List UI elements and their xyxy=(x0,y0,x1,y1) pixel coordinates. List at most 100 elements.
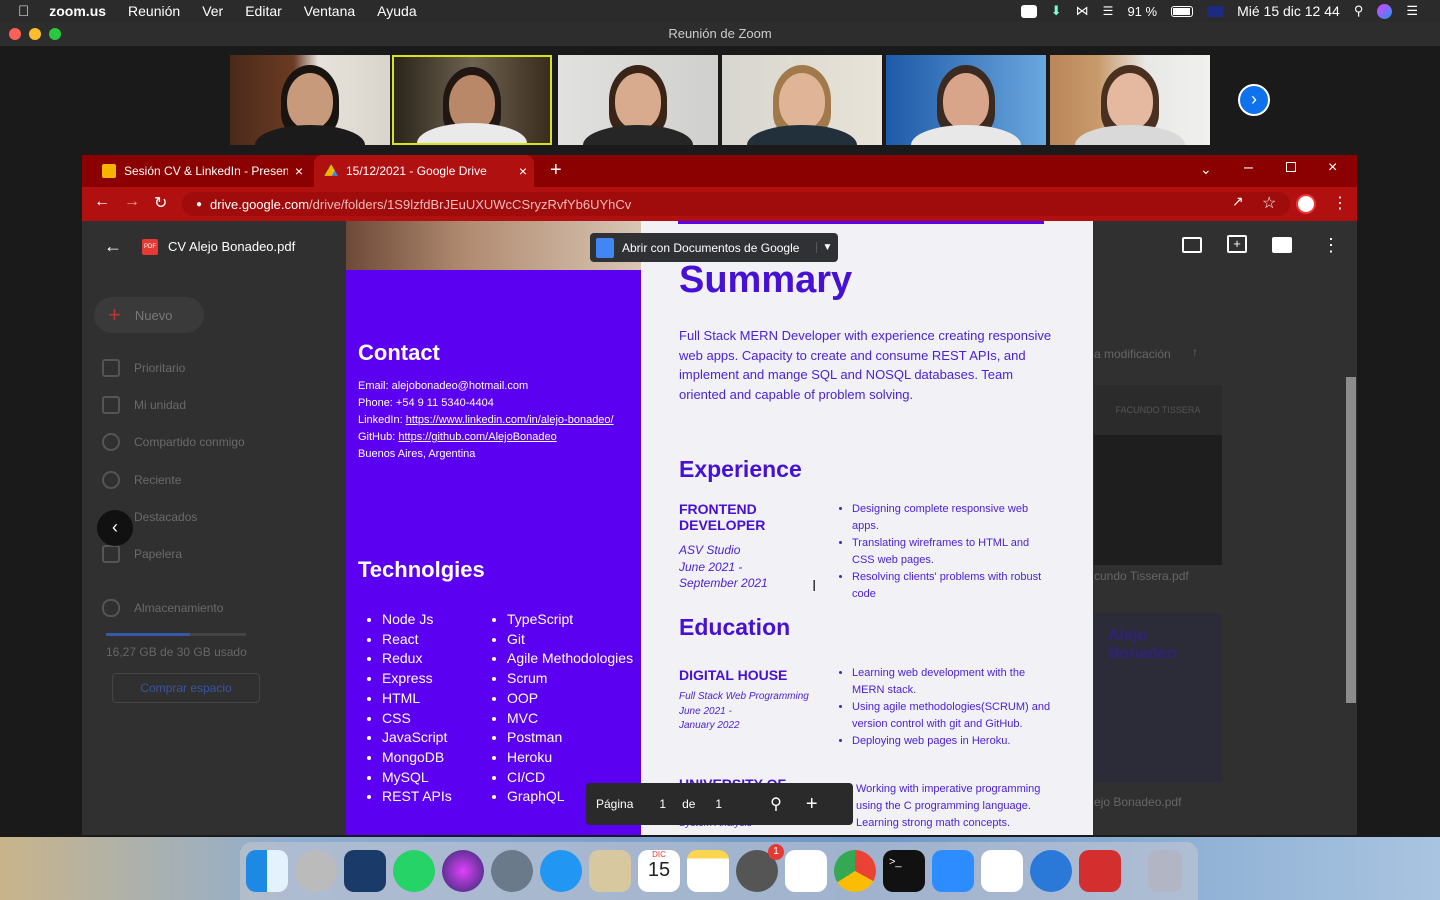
tab-slides[interactable]: Sesión CV & LinkedIn - Presentac × xyxy=(92,155,310,187)
vscode-icon[interactable] xyxy=(981,850,1023,892)
file-thumbnail[interactable]: FACUNDO TISSERA xyxy=(1094,385,1222,565)
more-options-icon[interactable]: ⋮ xyxy=(1322,235,1340,256)
menu-ayuda[interactable]: Ayuda xyxy=(377,3,416,19)
buy-storage-button[interactable]: Comprar espacio xyxy=(112,673,260,703)
close-button[interactable]: × xyxy=(1328,159,1337,177)
sidebar-item-almacenamiento[interactable]: Almacenamiento xyxy=(102,599,223,617)
mail-app-icon[interactable] xyxy=(1030,850,1072,892)
job-title: FRONTEND DEVELOPER xyxy=(679,501,766,533)
chrome-icon[interactable] xyxy=(834,850,876,892)
menu-app-name[interactable]: zoom.us xyxy=(49,3,106,19)
file-name[interactable]: cundo Tissera.pdf xyxy=(1094,569,1189,583)
github-link[interactable]: https://github.com/AlejoBonadeo xyxy=(398,431,556,443)
minimize-button[interactable]: – xyxy=(1244,159,1253,177)
add-comment-icon[interactable]: + xyxy=(1227,235,1247,253)
menu-ventana[interactable]: Ventana xyxy=(304,3,355,19)
sidebar-item-reciente[interactable]: Reciente xyxy=(102,471,181,489)
menu-editar[interactable]: Editar xyxy=(245,3,282,19)
sort-arrow-icon[interactable]: ↑ xyxy=(1192,345,1198,359)
acrobat-icon[interactable] xyxy=(1079,850,1121,892)
add-to-drive-icon[interactable] xyxy=(1182,237,1202,253)
active-speaker-video[interactable] xyxy=(392,55,552,145)
safari-icon[interactable] xyxy=(540,850,582,892)
system-preferences-icon[interactable]: 1 xyxy=(736,844,784,892)
calendar-icon[interactable]: DIC 15 xyxy=(638,850,680,892)
bluetooth-icon[interactable]: ⋈ xyxy=(1076,3,1089,19)
zoom-icon[interactable] xyxy=(932,850,974,892)
zoom-window-title: Reunión de Zoom xyxy=(668,26,772,41)
slack-icon[interactable] xyxy=(785,850,827,892)
browser-menu-icon[interactable]: ⋮ xyxy=(1332,193,1348,213)
drive-icon xyxy=(324,164,338,176)
tech-list: Node JsReactReduxExpressHTMLCSSJavaScrip… xyxy=(358,610,452,807)
mysql-icon[interactable] xyxy=(344,850,386,892)
zoom-in-icon[interactable]: + xyxy=(806,793,818,816)
menu-reunion[interactable]: Reunión xyxy=(128,3,180,19)
collapse-panel-button[interactable]: ‹ xyxy=(97,510,133,546)
zoom-out-icon[interactable]: ⚲ xyxy=(770,794,782,814)
print-icon[interactable] xyxy=(1272,237,1292,253)
page-number-input[interactable]: 1 xyxy=(659,797,666,811)
forward-icon[interactable]: → xyxy=(124,193,140,211)
battery-icon[interactable] xyxy=(1171,5,1194,17)
sidebar-item-mi-unidad[interactable]: Mi unidad xyxy=(102,396,186,414)
tab-drive[interactable]: 15/12/2021 - Google Drive × xyxy=(314,155,534,187)
linkedin-link[interactable]: https://www.linkedin.com/in/alejo-bonade… xyxy=(406,414,614,426)
close-window-button[interactable] xyxy=(9,28,21,40)
menu-ver[interactable]: Ver xyxy=(202,3,223,19)
file-name[interactable]: ejo Bonadeo.pdf xyxy=(1094,795,1181,809)
participant-video[interactable] xyxy=(558,55,718,145)
restore-button[interactable] xyxy=(1286,162,1296,172)
tab-search-icon[interactable]: ⌄ xyxy=(1200,161,1212,178)
sort-label[interactable]: a modificación xyxy=(1094,347,1171,361)
flag-icon[interactable] xyxy=(1207,5,1224,17)
siri-icon[interactable] xyxy=(1377,3,1393,19)
siri-icon[interactable] xyxy=(442,850,484,892)
participant-video[interactable] xyxy=(1050,55,1210,145)
reload-icon[interactable]: ↻ xyxy=(154,193,167,213)
participant-video[interactable] xyxy=(230,55,390,145)
back-icon[interactable]: ← xyxy=(104,236,122,257)
close-tab-icon[interactable]: × xyxy=(288,163,310,179)
preview-icon[interactable] xyxy=(589,850,631,892)
sidebar-item-compartido[interactable]: Compartido conmigo xyxy=(102,433,245,451)
participant-video[interactable] xyxy=(722,55,882,145)
launchpad-icon[interactable] xyxy=(491,850,533,892)
chevron-down-icon[interactable]: ▼ xyxy=(816,242,838,253)
sequel-ace-icon[interactable] xyxy=(295,850,337,892)
notes-icon[interactable] xyxy=(687,850,729,892)
open-with-docs-button[interactable]: Abrir con Documentos de Google ▼ xyxy=(590,233,838,262)
terminal-icon[interactable]: >_ xyxy=(883,850,925,892)
address-bar[interactable]: ● drive.google.com/drive/folders/1S9lzfd… xyxy=(182,192,1290,216)
spotlight-icon[interactable]: ⚲ xyxy=(1354,3,1364,19)
text-cursor-icon: I xyxy=(812,578,817,595)
minimize-window-button[interactable] xyxy=(29,28,41,40)
share-icon[interactable]: ↗ xyxy=(1232,193,1244,210)
page-of-label: de xyxy=(682,797,696,811)
new-tab-button[interactable]: + xyxy=(550,159,562,182)
whatsapp-icon[interactable] xyxy=(393,850,435,892)
zoom-window-button[interactable] xyxy=(49,28,61,40)
back-icon[interactable]: ← xyxy=(94,193,110,211)
profile-avatar[interactable] xyxy=(1296,194,1316,214)
browser-tabbar: Sesión CV & LinkedIn - Presentac × 15/12… xyxy=(82,155,1357,187)
control-center-icon[interactable]: ☰ xyxy=(1406,3,1418,19)
next-participants-button[interactable]: › xyxy=(1238,84,1270,116)
menubar-clock[interactable]: Mié 15 dic 12 44 xyxy=(1237,3,1340,19)
scrollbar[interactable] xyxy=(1346,377,1356,703)
sidebar-label: Reciente xyxy=(134,473,182,487)
download-icon[interactable]: ⬇ xyxy=(1051,3,1062,19)
zoom-status-icon[interactable] xyxy=(1020,4,1037,18)
file-thumbnail[interactable]: Alejo Bonadeo xyxy=(1094,613,1222,783)
close-tab-icon[interactable]: × xyxy=(512,163,534,179)
wifi-icon[interactable]: ☰ xyxy=(1103,4,1114,18)
apple-icon[interactable]:  xyxy=(18,3,29,20)
contact-email: Email: alejobonadeo@hotmail.com xyxy=(358,380,529,392)
sidebar-item-papelera[interactable]: Papelera xyxy=(102,545,182,563)
trash-icon[interactable] xyxy=(1148,850,1182,892)
bookmark-star-icon[interactable]: ☆ xyxy=(1262,193,1276,213)
participant-video[interactable] xyxy=(886,55,1046,145)
new-button[interactable]: + Nuevo xyxy=(94,297,204,333)
finder-icon[interactable] xyxy=(246,850,288,892)
sidebar-item-prioritario[interactable]: Prioritario xyxy=(102,359,185,377)
